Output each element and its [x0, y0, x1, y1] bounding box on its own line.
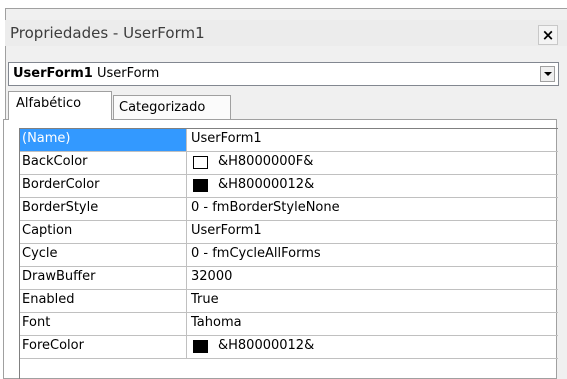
- property-value-cell[interactable]: Tahoma: [187, 313, 557, 335]
- property-value-cell[interactable]: 32000: [187, 267, 557, 289]
- property-value: Tahoma: [191, 315, 242, 330]
- property-value-cell[interactable]: &H80000012&: [187, 175, 557, 197]
- property-value: &H80000012&: [218, 177, 315, 192]
- property-name[interactable]: Enabled: [20, 290, 187, 312]
- property-grid: (Name) UserForm1 BackColor &H8000000F& Borde…: [19, 128, 558, 379]
- property-value-cell[interactable]: &H8000000F&: [187, 152, 557, 174]
- property-name[interactable]: Caption: [20, 221, 187, 243]
- property-value-cell[interactable]: UserForm1: [187, 221, 557, 243]
- object-type: UserForm: [96, 66, 160, 81]
- property-value: 0 - fmCycleAllForms: [191, 246, 321, 261]
- property-value-cell[interactable]: UserForm1: [187, 129, 557, 151]
- color-swatch: [193, 340, 208, 353]
- property-name[interactable]: BackColor: [20, 152, 187, 174]
- property-row[interactable]: Font Tahoma: [20, 313, 558, 336]
- property-value: True: [191, 292, 219, 307]
- chevron-down-icon[interactable]: [540, 66, 555, 82]
- property-value: &H80000012&: [218, 338, 315, 353]
- property-row[interactable]: BorderColor &H80000012&: [20, 175, 558, 198]
- property-name[interactable]: Cycle: [20, 244, 187, 266]
- property-value-cell[interactable]: True: [187, 290, 557, 312]
- tab-alfabetico[interactable]: Alfabético: [8, 91, 112, 120]
- property-value-cell[interactable]: 0 - fmBorderStyleNone: [187, 198, 557, 220]
- property-row[interactable]: Enabled True: [20, 290, 558, 313]
- property-name[interactable]: BorderStyle: [20, 198, 187, 220]
- tab-categorizado[interactable]: Categorizado: [113, 95, 231, 120]
- property-row[interactable]: BackColor &H8000000F&: [20, 152, 558, 175]
- property-name[interactable]: Font: [20, 313, 187, 335]
- property-name[interactable]: DrawBuffer: [20, 267, 187, 289]
- title-bar[interactable]: Propriedades - UserForm1 ×: [5, 20, 567, 46]
- property-row[interactable]: (Name) UserForm1: [20, 129, 558, 152]
- property-value: 0 - fmBorderStyleNone: [191, 200, 340, 215]
- property-row[interactable]: DrawBuffer 32000: [20, 267, 558, 290]
- color-swatch: [193, 179, 208, 192]
- object-selector-dropdown[interactable]: UserForm1 UserForm: [8, 62, 559, 86]
- property-value: UserForm1: [191, 131, 262, 146]
- color-swatch: [193, 156, 208, 169]
- property-row[interactable]: Caption UserForm1: [20, 221, 558, 244]
- property-row[interactable]: BorderStyle 0 - fmBorderStyleNone: [20, 198, 558, 221]
- property-row[interactable]: Cycle 0 - fmCycleAllForms: [20, 244, 558, 267]
- property-row[interactable]: ForeColor &H80000012&: [20, 336, 558, 359]
- property-name[interactable]: (Name): [20, 129, 187, 151]
- property-value: UserForm1: [191, 223, 262, 238]
- close-icon[interactable]: ×: [538, 25, 558, 45]
- window-title: Propriedades - UserForm1: [10, 24, 205, 42]
- property-value: 32000: [191, 269, 233, 284]
- property-name[interactable]: BorderColor: [20, 175, 187, 197]
- property-value-cell[interactable]: 0 - fmCycleAllForms: [187, 244, 557, 266]
- object-name: UserForm1: [13, 66, 93, 81]
- property-name[interactable]: ForeColor: [20, 336, 187, 358]
- property-value-cell[interactable]: &H80000012&: [187, 336, 557, 358]
- property-value: &H8000000F&: [218, 154, 314, 169]
